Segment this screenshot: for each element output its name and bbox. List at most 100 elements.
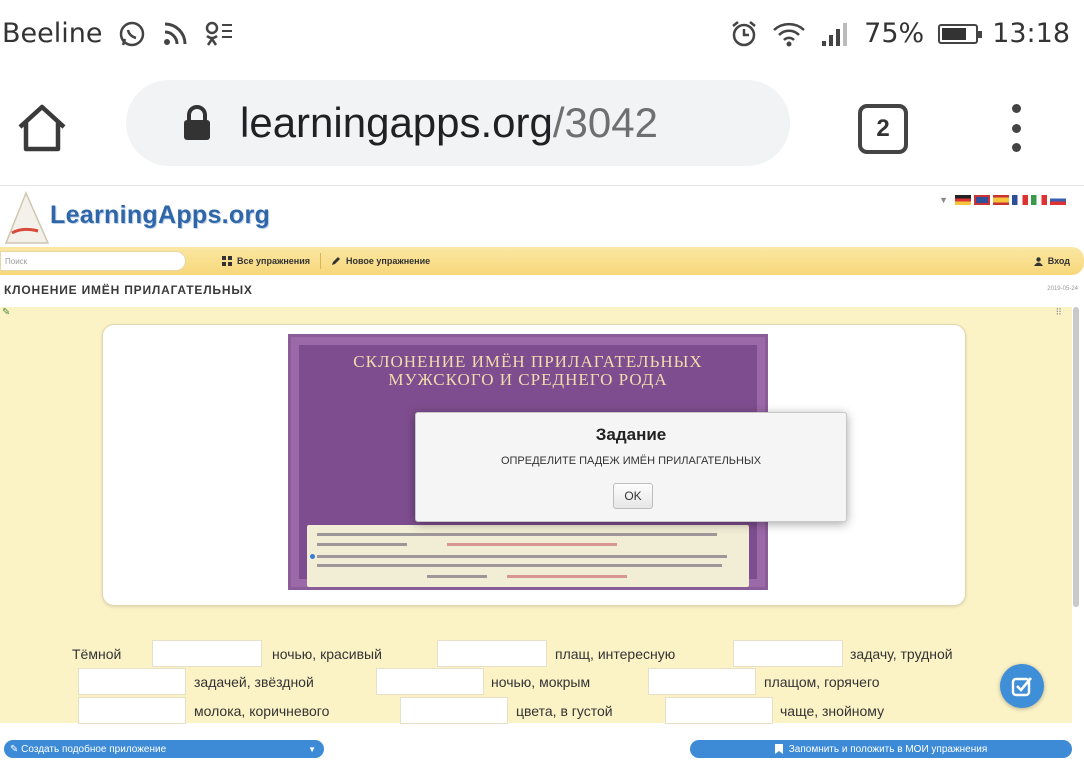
save-label: Запомнить и положить в МОИ упражнения (788, 743, 988, 755)
word: молока, коричневого (194, 702, 330, 719)
poster-notes (307, 525, 749, 587)
note-line (317, 555, 727, 558)
check-icon (1011, 677, 1032, 697)
word: задачей, звёздной (194, 673, 314, 690)
word: Тёмной (72, 645, 122, 662)
logo-triangle-icon (4, 191, 50, 244)
flag-it-icon[interactable] (1031, 195, 1047, 205)
login-label: Вход (1047, 256, 1070, 266)
gap-input[interactable] (376, 668, 484, 695)
flag-uk-icon[interactable] (974, 195, 990, 205)
chevron-down-icon: ▼ (939, 195, 948, 205)
tab-switcher-button[interactable]: 2 (858, 104, 908, 154)
task-card: СКЛОНЕНИЕ ИМЁН ПРИЛАГАТЕЛЬНЫХ МУЖСКОГО И… (102, 324, 966, 606)
battery-icon (938, 23, 983, 44)
gap-input[interactable] (648, 668, 756, 695)
address-bar[interactable]: learningapps.org/3042 (126, 80, 790, 166)
exercise-date: 2019-05-24 (1047, 286, 1078, 292)
create-similar-app-button[interactable]: ✎ Создать подобное приложение ▼ (4, 740, 324, 758)
word: чаще, знойному (780, 702, 885, 719)
menu-dot (1011, 104, 1021, 113)
battery-percent: 75% (864, 18, 925, 49)
dialog-title: Задание (595, 425, 667, 444)
note-handwriting (447, 543, 617, 546)
whatsapp-icon (118, 20, 146, 48)
search-input[interactable]: Поиск (0, 251, 186, 271)
flag-es-icon[interactable] (993, 195, 1009, 205)
search-placeholder: Поиск (5, 256, 28, 266)
home-icon (18, 104, 66, 152)
pencil-icon (332, 257, 340, 265)
note-line (317, 543, 407, 546)
gap-input[interactable] (733, 640, 843, 667)
signal-icon (820, 21, 850, 47)
check-answers-button[interactable] (1000, 664, 1044, 708)
exercise-row: задачей, звёздной ночью, мокрым плащом, … (0, 668, 1072, 698)
menu-dot (1011, 123, 1021, 133)
odnoklassniki-icon (204, 20, 234, 48)
flag-ru-icon[interactable] (1050, 195, 1066, 205)
overflow-menu-button[interactable] (996, 100, 1036, 156)
task-dialog: Задание ОПРЕДЕЛИТЕ ПАДЕЖ ИМЁН ПРИЛАГАТЕЛ… (415, 412, 847, 522)
chevron-down-icon: ▼ (308, 744, 316, 754)
page-footer: ✎ Создать подобное приложение ▼ Запомнит… (0, 736, 1084, 761)
login-link[interactable]: Вход (1033, 256, 1070, 266)
exercise-row: Тёмной ночью, красивый плащ, интересную … (0, 640, 1072, 670)
word: задачу, трудной (850, 645, 953, 662)
menu-dot (1011, 143, 1021, 152)
gap-input[interactable] (437, 640, 547, 667)
alarm-icon (730, 20, 758, 48)
flag-fr-icon[interactable] (1012, 195, 1028, 205)
word: плащ, интересную (555, 645, 676, 662)
language-selector[interactable]: ▼ (939, 195, 1066, 205)
rss-icon (162, 21, 188, 47)
nav-new-label: Новое упражнение (346, 256, 431, 266)
scrollbar[interactable] (1073, 307, 1079, 607)
pin-icon: ✎ (2, 307, 11, 318)
home-button[interactable] (14, 100, 70, 156)
nav-all-exercises[interactable]: Все упражнения (222, 256, 310, 266)
gap-input[interactable] (78, 668, 186, 695)
status-bar: Beeline 75% 13:18 (0, 0, 1084, 70)
poster-title-line2: МУЖСКОГО И СРЕДНЕГО РОДА (388, 370, 668, 389)
bullet-icon (310, 554, 315, 559)
site-logo[interactable]: LearningApps.org (0, 187, 360, 249)
wifi-icon (772, 20, 806, 48)
nav-all-label: Все упражнения (237, 256, 310, 266)
word: ночью, красивый (272, 645, 382, 662)
user-icon (1033, 256, 1043, 266)
url-path: /3042 (552, 99, 658, 146)
battery-level-fill (942, 27, 967, 40)
tab-count: 2 (876, 115, 890, 142)
edit-icon: ✎ (10, 743, 22, 755)
ok-button[interactable]: OK (613, 483, 653, 509)
exercise-title: КЛОНЕНИЕ ИМЁН ПРИЛАГАТЕЛЬНЫХ (4, 283, 253, 297)
site-navbar: Поиск Все упражнения Новое упражнение Вх… (0, 247, 1084, 275)
note-line (427, 575, 487, 578)
word: плащом, горячего (764, 673, 880, 690)
url-text: learningapps.org/3042 (240, 99, 658, 147)
note-line (317, 533, 717, 536)
gap-input[interactable] (152, 640, 262, 667)
lock-icon (182, 105, 212, 141)
word: цвета, в густой (516, 702, 613, 719)
nav-divider (320, 253, 321, 269)
url-host: learningapps.org (240, 99, 553, 146)
grid-icon (222, 256, 232, 266)
bookmark-icon (774, 744, 783, 754)
nav-new-exercise[interactable]: Новое упражнение (331, 256, 430, 266)
poster-title: СКЛОНЕНИЕ ИМЁН ПРИЛАГАТЕЛЬНЫХ МУЖСКОГО И… (299, 353, 757, 389)
logo-text: LearningApps.org (50, 201, 271, 229)
dialog-text: ОПРЕДЕЛИТЕ ПАДЕЖ ИМЁН ПРИЛАГАТЕЛЬНЫХ (500, 455, 762, 467)
fullscreen-icon[interactable]: ⠿ (1055, 307, 1062, 318)
gap-input[interactable] (665, 697, 773, 724)
exercise-row: молока, коричневого цвета, в густой чаще… (0, 697, 1072, 727)
flag-de-icon[interactable] (955, 195, 971, 205)
save-to-my-exercises-button[interactable]: Запомнить и положить в МОИ упражнения (690, 740, 1072, 758)
gap-input[interactable] (400, 697, 508, 724)
carrier-name: Beeline (2, 18, 103, 49)
gap-input[interactable] (78, 697, 186, 724)
poster-title-line1: СКЛОНЕНИЕ ИМЁН ПРИЛАГАТЕЛЬНЫХ (353, 352, 703, 371)
note-line (317, 564, 722, 567)
clock: 13:18 (992, 18, 1070, 49)
